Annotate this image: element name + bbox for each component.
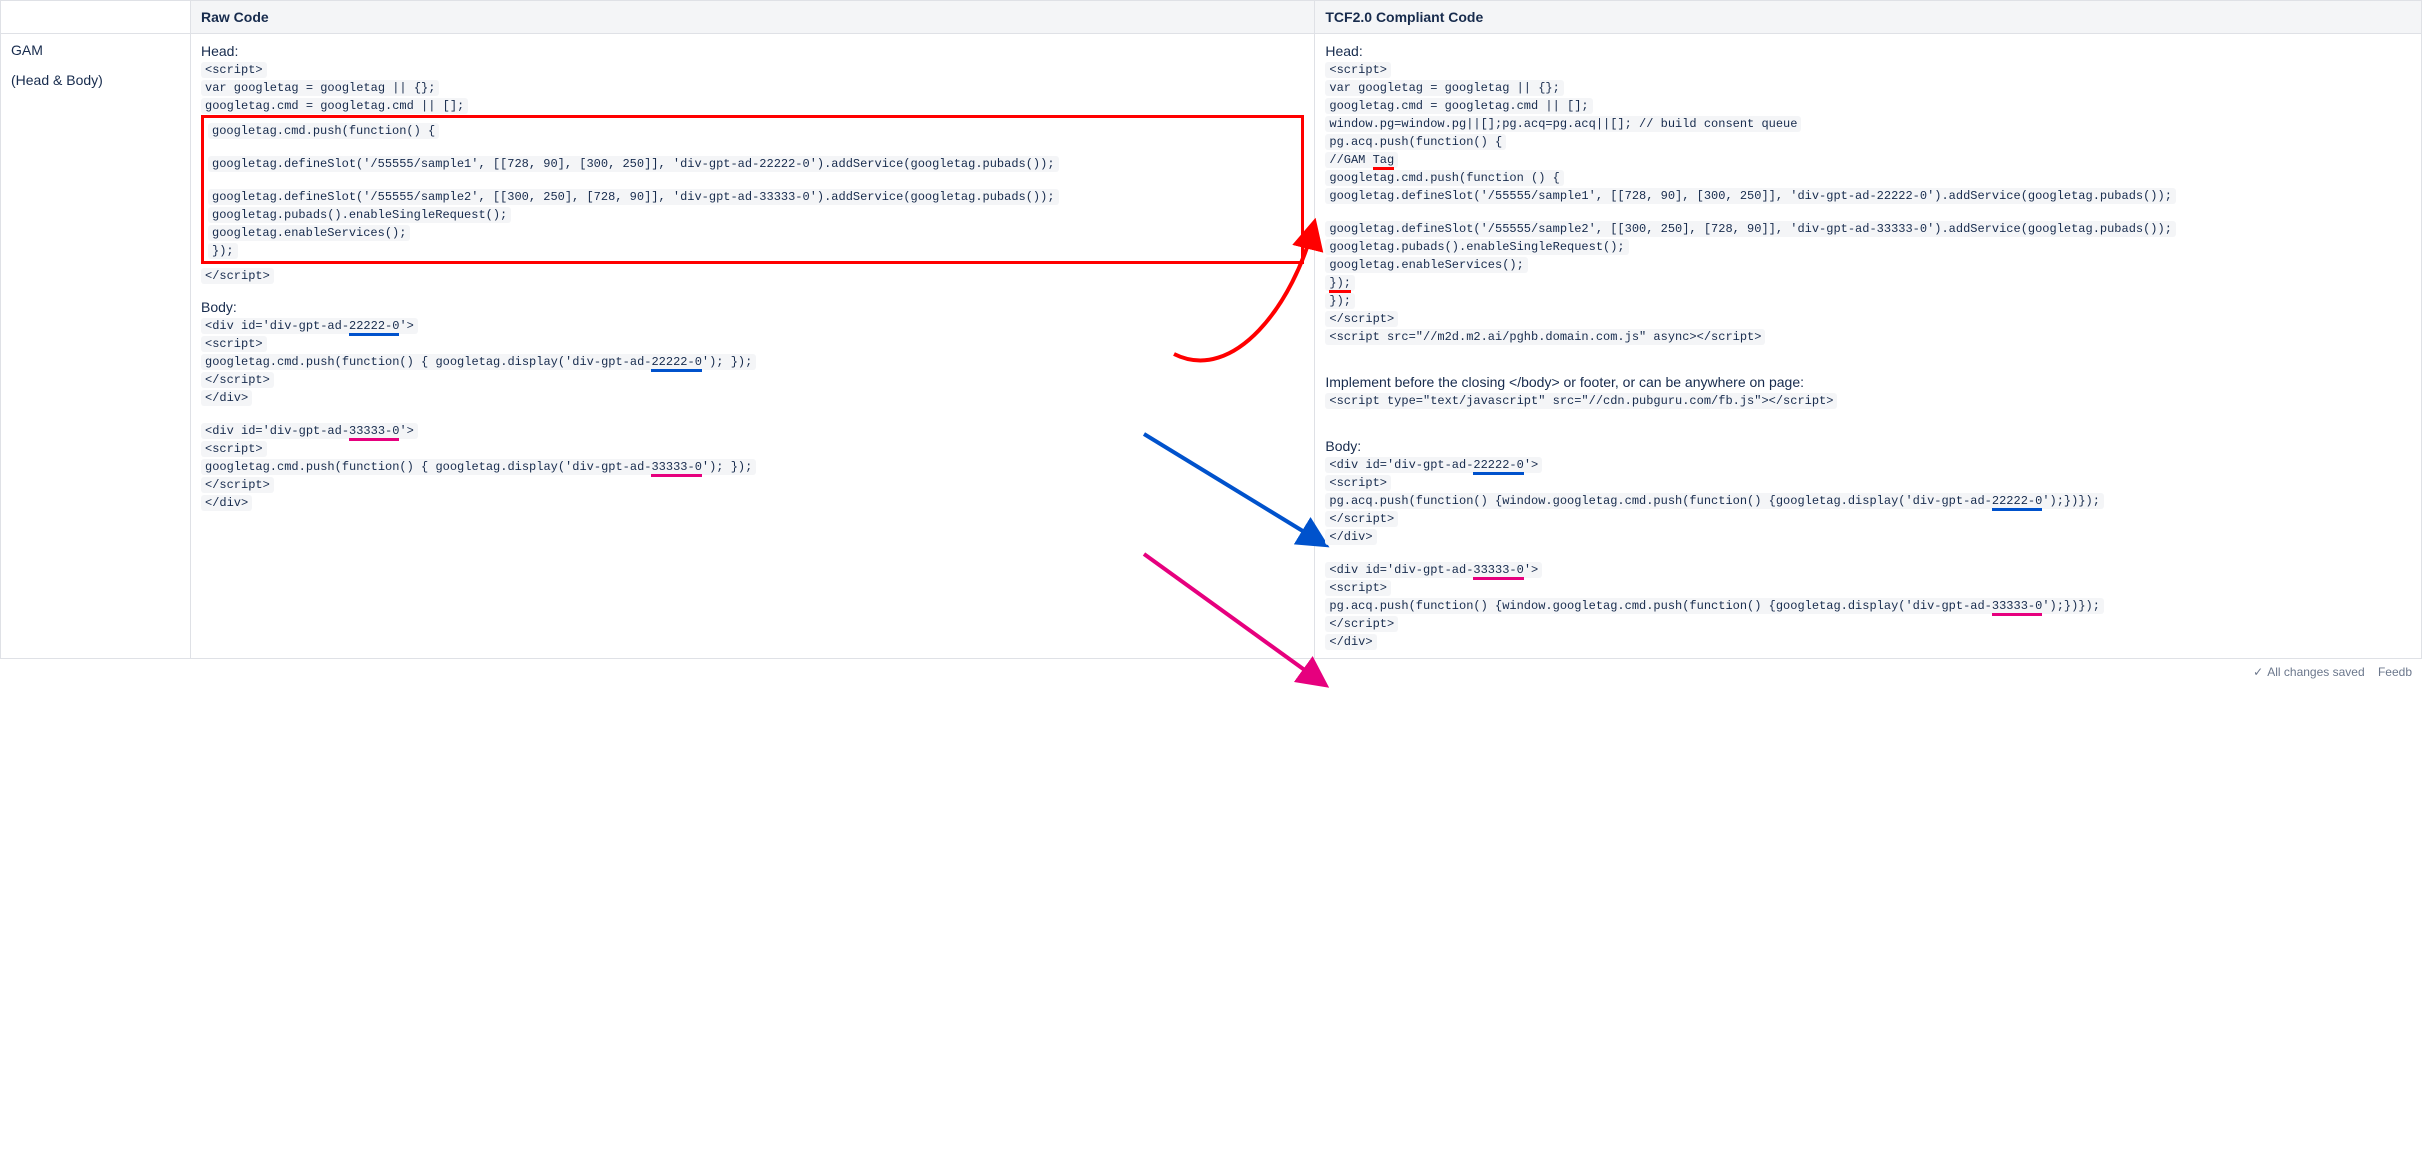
tcf-code-line: }); (1325, 293, 1355, 309)
tcf-code-line: </script> (1325, 616, 1398, 632)
raw-code-line: googletag.defineSlot('/55555/sample1', [… (208, 156, 1059, 172)
raw-code-line: </script> (201, 268, 274, 284)
tcf-code-line: googletag.defineSlot('/55555/sample2', [… (1325, 221, 2176, 237)
header-raw-code: Raw Code (191, 1, 1315, 34)
tcf-code-line: </script> (1325, 511, 1398, 527)
feedback-link[interactable]: Feedb (2378, 665, 2412, 679)
tcf-note: Implement before the closing </body> or … (1325, 374, 2411, 390)
raw-code-cell: Head: <script> var googletag = googletag… (191, 34, 1315, 659)
tcf-code-line: </div> (1325, 634, 1376, 650)
raw-code-line: googletag.pubads().enableSingleRequest()… (208, 207, 511, 223)
raw-code-line: <script> (201, 336, 267, 352)
raw-code-line: <div id='div-gpt-ad-33333-0'> (201, 423, 418, 439)
tcf-code-line: }); (1325, 275, 1355, 291)
raw-code-line: <script> (201, 62, 267, 78)
raw-code-line: googletag.cmd.push(function() { googleta… (201, 354, 756, 370)
pink-underline: 33333-0 (349, 424, 399, 441)
tcf-code-line: googletag.enableServices(); (1325, 257, 1527, 273)
pink-underline: 33333-0 (651, 460, 701, 477)
tcf-code-line: //GAM Tag (1325, 152, 1398, 168)
row-label-headbody: (Head & Body) (11, 72, 180, 88)
pink-underline: 33333-0 (1992, 599, 2042, 616)
tcf-code-line: var googletag = googletag || {}; (1325, 80, 1563, 96)
code-comparison-table: Raw Code TCF2.0 Compliant Code GAM (Head… (0, 0, 2422, 659)
raw-code-line: googletag.defineSlot('/55555/sample2', [… (208, 189, 1059, 205)
raw-code-line: googletag.cmd = googletag.cmd || []; (201, 98, 468, 114)
tcf-code-line: googletag.cmd = googletag.cmd || []; (1325, 98, 1592, 114)
tcf-code-line: <script type="text/javascript" src="//cd… (1325, 393, 1837, 409)
tcf-code-line: <script> (1325, 580, 1391, 596)
blue-underline: 22222-0 (651, 355, 701, 372)
tcf-code-line: pg.acq.push(function() {window.googletag… (1325, 598, 2104, 614)
raw-code-line: <div id='div-gpt-ad-22222-0'> (201, 318, 418, 334)
raw-code-line: </script> (201, 372, 274, 388)
saved-status: All changes saved (2267, 665, 2364, 679)
tcf-code-line: googletag.cmd.push(function () { (1325, 170, 1563, 186)
tcf-code-line: pg.acq.push(function() {window.googletag… (1325, 493, 2104, 509)
raw-code-line: </div> (201, 495, 252, 511)
raw-code-line: googletag.enableServices(); (208, 225, 410, 241)
blue-underline: 22222-0 (1473, 458, 1523, 475)
raw-code-line: }); (208, 243, 238, 259)
blue-underline: 22222-0 (1992, 494, 2042, 511)
tcf-code-line: </script> (1325, 311, 1398, 327)
tcf-code-line: window.pg=window.pg||[];pg.acq=pg.acq||[… (1325, 116, 1801, 132)
raw-head-label: Head: (201, 43, 1304, 59)
raw-code-line: googletag.cmd.push(function() { (208, 123, 439, 139)
blue-underline: 22222-0 (349, 319, 399, 336)
tcf-code-cell: Head: <script> var googletag = googletag… (1315, 34, 2422, 659)
tcf-code-line: googletag.defineSlot('/55555/sample1', [… (1325, 188, 2176, 204)
tcf-code-line: googletag.pubads().enableSingleRequest()… (1325, 239, 1628, 255)
raw-code-line: <script> (201, 441, 267, 457)
raw-code-line: var googletag = googletag || {}; (201, 80, 439, 96)
tcf-code-line: </div> (1325, 529, 1376, 545)
tcf-code-line: <div id='div-gpt-ad-33333-0'> (1325, 562, 1542, 578)
header-empty (1, 1, 191, 34)
raw-code-line: </div> (201, 390, 252, 406)
row-label-cell: GAM (Head & Body) (1, 34, 191, 659)
tcf-head-label: Head: (1325, 43, 2411, 59)
header-tcf-code: TCF2.0 Compliant Code (1315, 1, 2422, 34)
tcf-body-label: Body: (1325, 438, 2411, 454)
check-icon: ✓ (2253, 665, 2263, 679)
raw-code-line: googletag.cmd.push(function() { googleta… (201, 459, 756, 475)
raw-highlighted-block: googletag.cmd.push(function() { googleta… (201, 115, 1304, 264)
raw-code-line: </script> (201, 477, 274, 493)
pink-underline: 33333-0 (1473, 563, 1523, 580)
row-label-gam: GAM (11, 42, 180, 58)
tcf-code-line: <script src="//m2d.m2.ai/pghb.domain.com… (1325, 329, 1765, 345)
tcf-code-line: <script> (1325, 475, 1391, 491)
tcf-code-line: <div id='div-gpt-ad-22222-0'> (1325, 457, 1542, 473)
tcf-code-line: pg.acq.push(function() { (1325, 134, 1506, 150)
raw-body-label: Body: (201, 299, 1304, 315)
tcf-code-line: <script> (1325, 62, 1391, 78)
status-bar: ✓ All changes saved Feedb (0, 659, 2422, 685)
